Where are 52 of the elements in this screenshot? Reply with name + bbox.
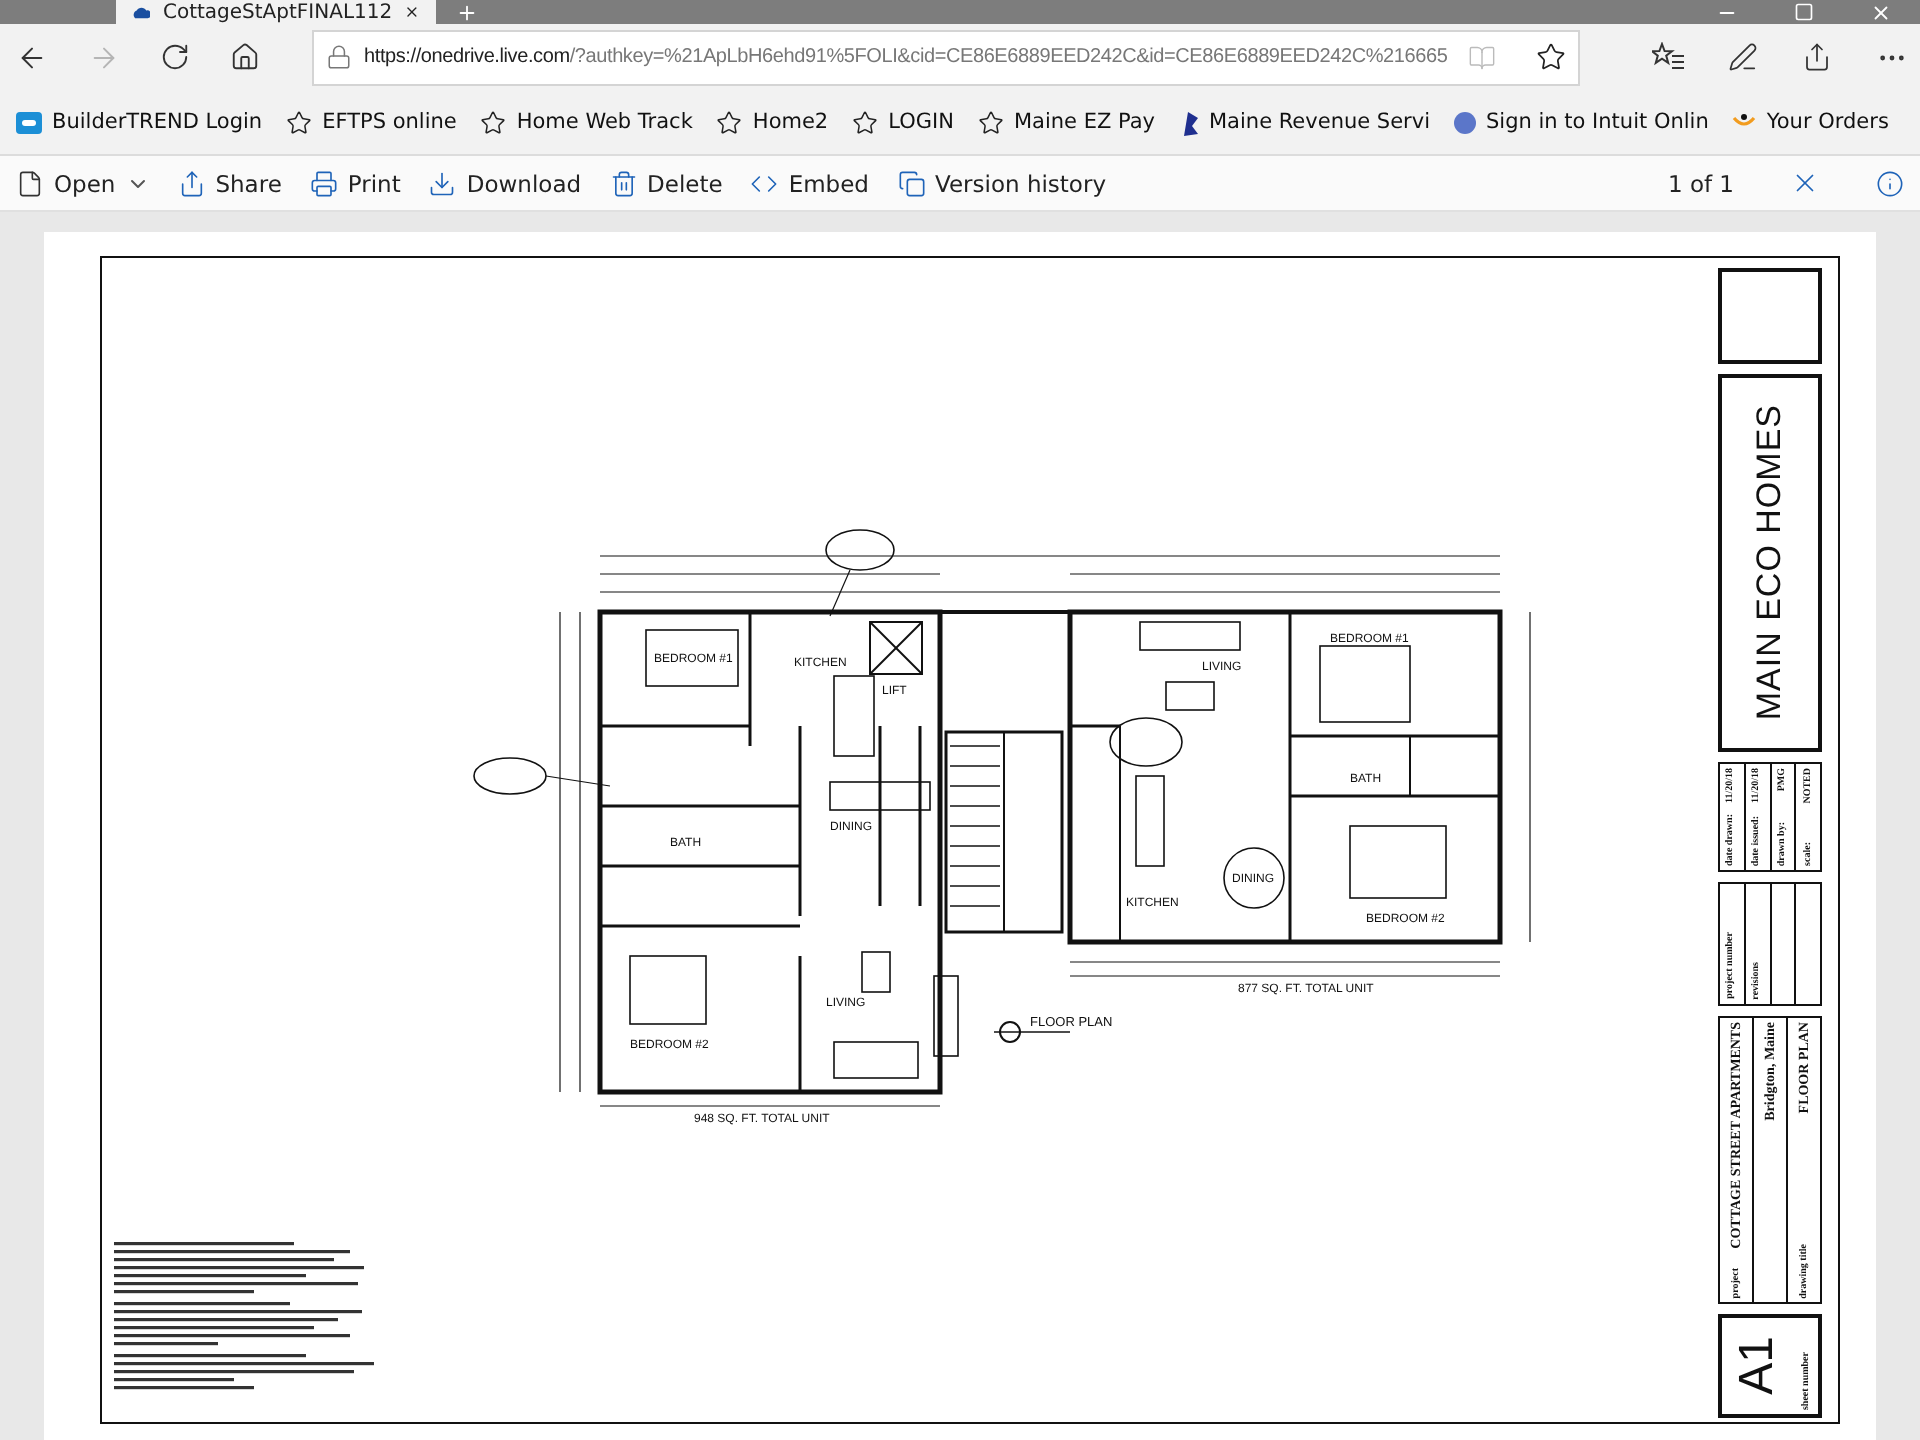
toolbar-command[interactable]: Delete bbox=[609, 169, 723, 197]
lock-icon bbox=[326, 44, 352, 70]
url-text: https://onedrive.live.com/?authkey=%21ApLbH6ehd91%5FOLI&cid=CE86E6889EED242C&id=CE86E6889EED242C%216665 bbox=[364, 46, 1448, 68]
new-tab-icon[interactable] bbox=[456, 1, 478, 23]
star-icon bbox=[286, 109, 313, 135]
toolbar-command[interactable]: Open bbox=[16, 169, 150, 197]
pennant-icon bbox=[1179, 109, 1199, 135]
app-icon bbox=[16, 111, 42, 133]
stacked-pages-icon bbox=[897, 169, 925, 197]
trash-icon bbox=[609, 169, 638, 197]
toolbar-command[interactable]: Embed bbox=[750, 169, 869, 197]
sheet-number: A1 bbox=[1730, 1336, 1786, 1396]
page-count: 1 of 1 bbox=[1667, 169, 1734, 197]
bookmark-link[interactable]: Home2 bbox=[716, 109, 829, 135]
bookmark-link[interactable]: Sign in to Intuit Onlin bbox=[1454, 110, 1709, 134]
logo-placeholder-box bbox=[1718, 268, 1822, 364]
refresh-button[interactable] bbox=[160, 42, 190, 72]
company-name: MAIN ECO HOMES bbox=[1750, 404, 1790, 722]
bookmark-link[interactable]: Maine EZ Pay bbox=[977, 109, 1155, 135]
close-window-icon[interactable] bbox=[1870, 1, 1892, 23]
bookmark-link[interactable]: Maine Revenue Servi bbox=[1179, 109, 1431, 135]
dot-icon bbox=[1454, 111, 1477, 133]
star-icon bbox=[480, 109, 507, 135]
close-icon[interactable] bbox=[404, 2, 420, 22]
star-icon bbox=[852, 109, 879, 135]
browser-tab[interactable]: CottageStAptFINAL112 bbox=[116, 0, 436, 24]
share-icon[interactable] bbox=[1801, 41, 1832, 71]
pen-icon[interactable] bbox=[1727, 41, 1758, 71]
star-icon bbox=[977, 109, 1004, 135]
maximize-icon[interactable] bbox=[1794, 2, 1814, 22]
star-icon[interactable] bbox=[1535, 42, 1566, 72]
smile-icon bbox=[1732, 114, 1757, 130]
print-icon bbox=[309, 169, 338, 197]
favorites-list-icon[interactable] bbox=[1651, 41, 1684, 69]
document-icon bbox=[16, 169, 44, 197]
bookmark-link[interactable]: LOGIN bbox=[852, 109, 954, 135]
tab-title: CottageStAptFINAL112 bbox=[162, 1, 393, 23]
share-icon bbox=[177, 169, 206, 197]
toolbar-command[interactable]: Download bbox=[428, 169, 582, 197]
info-button[interactable] bbox=[1876, 169, 1904, 197]
bookmark-link[interactable]: BuilderTREND Login bbox=[16, 110, 263, 134]
download-icon bbox=[428, 169, 457, 197]
home-button[interactable] bbox=[230, 42, 260, 72]
address-field[interactable]: https://onedrive.live.com/?authkey=%21ApLbH6ehd91%5FOLI&cid=CE86E6889EED242C&id=CE86E6889EED242C%216665 bbox=[312, 29, 1580, 85]
bookmark-link[interactable]: Home Web Track bbox=[480, 109, 693, 135]
toolbar-command[interactable]: Share bbox=[177, 169, 282, 197]
bookmark-link[interactable]: Your Orders bbox=[1732, 110, 1889, 134]
toolbar-command[interactable]: Print bbox=[309, 169, 401, 197]
bookmark-link[interactable]: EFTPS online bbox=[286, 109, 457, 135]
toolbar-command[interactable]: Version history bbox=[897, 169, 1106, 197]
star-icon bbox=[716, 109, 743, 135]
cloud-icon bbox=[132, 4, 151, 20]
